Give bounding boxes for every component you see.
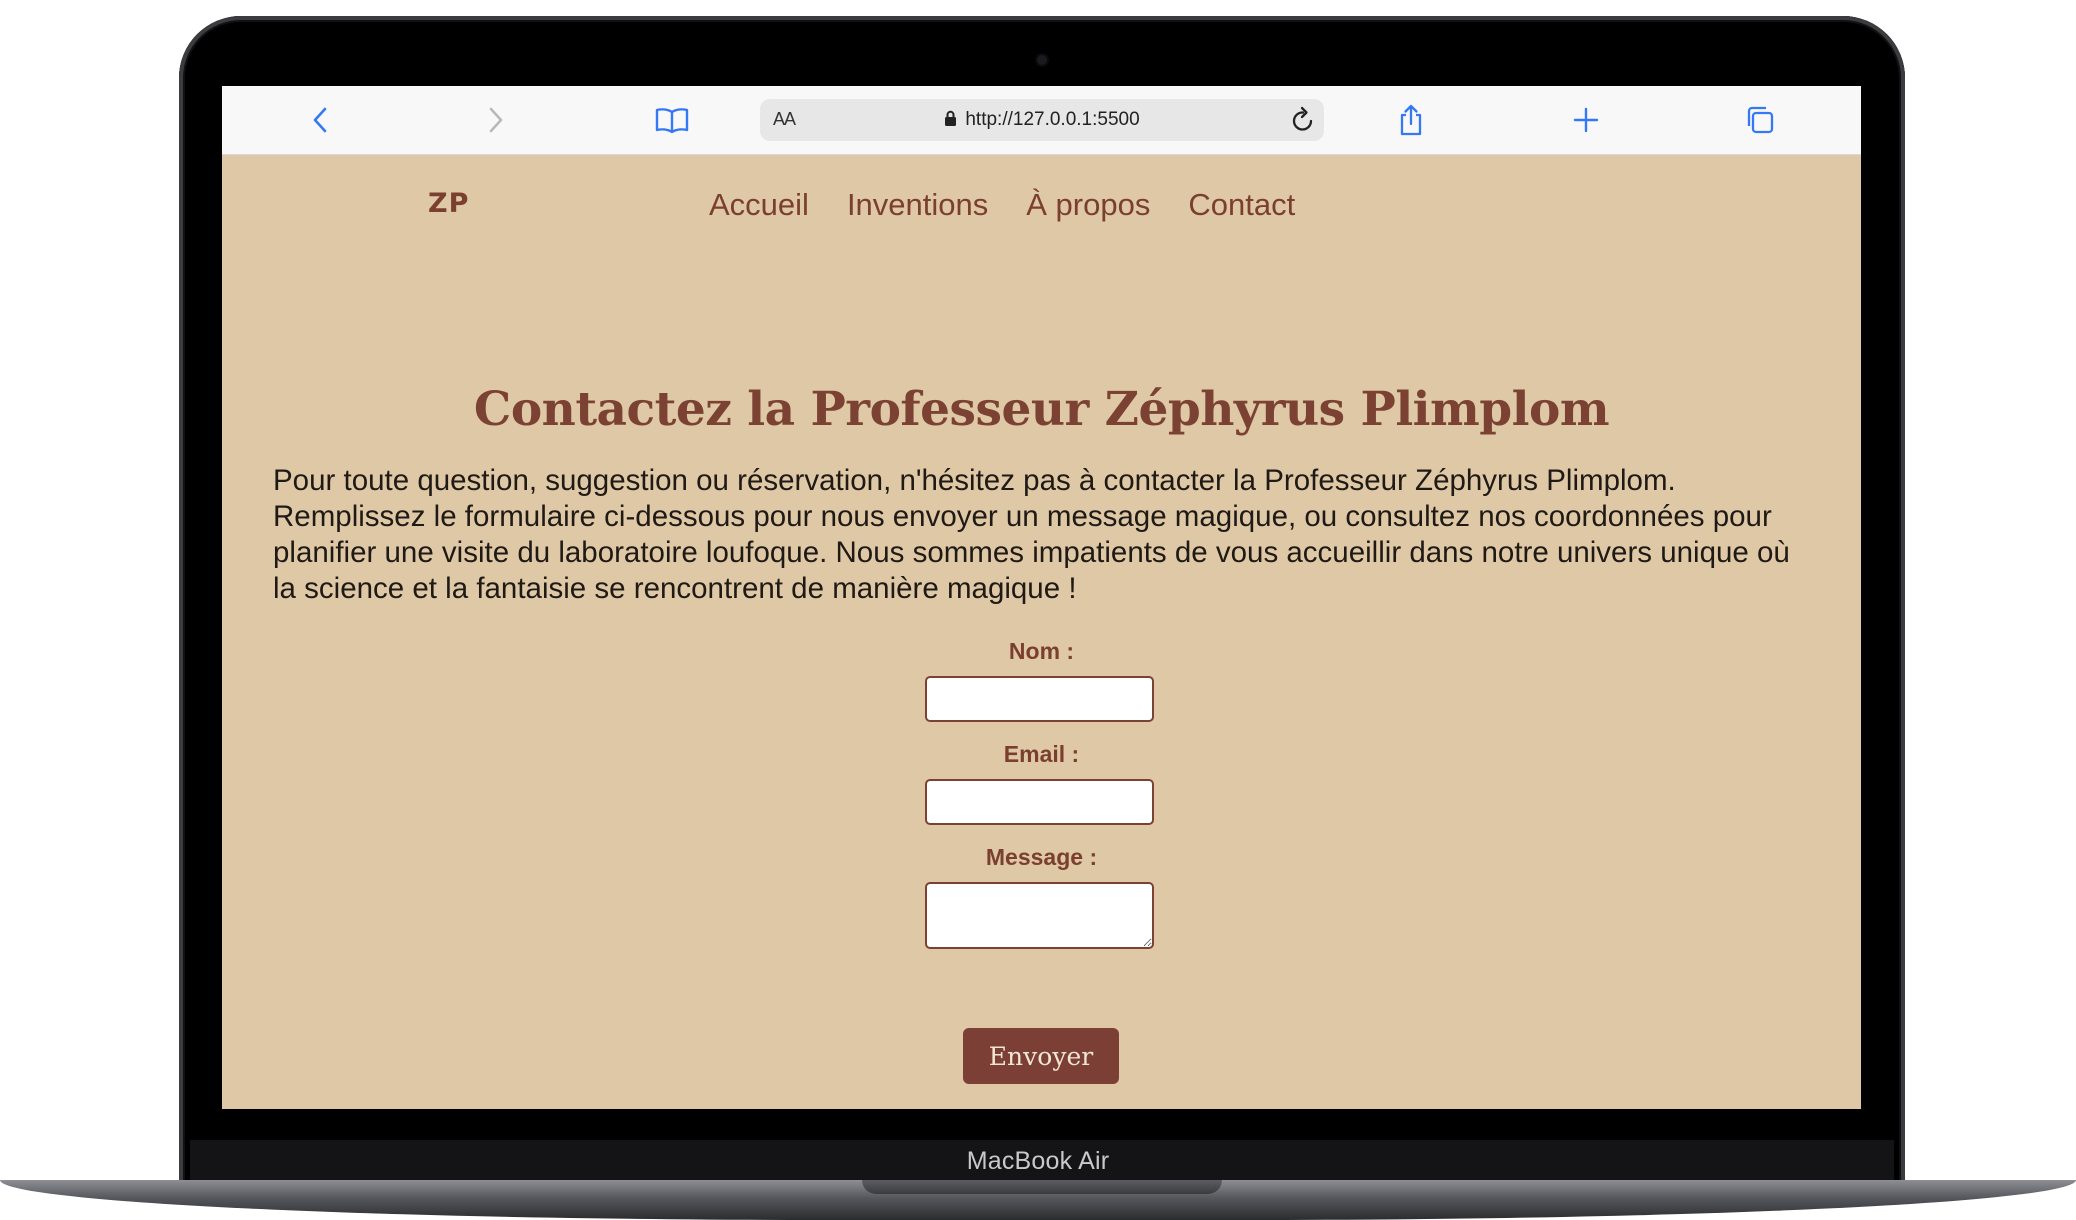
name-field[interactable] — [925, 676, 1154, 722]
email-field[interactable] — [925, 779, 1154, 825]
name-label: Nom : — [1008, 638, 1075, 664]
laptop-hinge-notch — [862, 1180, 1222, 1194]
contact-form: Nom : Email : Message : Envoyer — [222, 86, 1861, 1109]
email-label: Email : — [1003, 741, 1080, 767]
send-button[interactable]: Envoyer — [963, 1028, 1119, 1084]
browser-window: AA http://127.0.0.1:5500 ZP Accueil Inve… — [222, 86, 1861, 1109]
webcam — [1037, 55, 1047, 65]
message-label: Message : — [985, 844, 1098, 870]
device-label: MacBook Air — [966, 1147, 1110, 1175]
message-field[interactable] — [925, 882, 1154, 949]
